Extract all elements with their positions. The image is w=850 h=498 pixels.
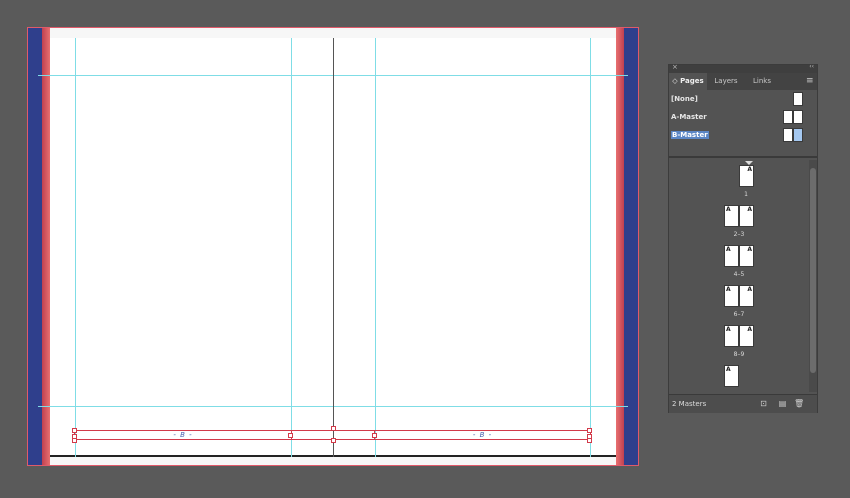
master-a[interactable]: A-Master (669, 109, 817, 127)
master-b-thumb-right[interactable] (793, 128, 803, 142)
page-thumb-5[interactable]: A (739, 245, 754, 267)
panel-footer: 2 Masters ⊡ ▤ 🗑 (669, 394, 817, 413)
handle-br[interactable] (587, 438, 592, 443)
right-bleed-blue (624, 28, 638, 465)
page-label-1: 1 (744, 191, 748, 198)
master-a-thumb-left[interactable] (783, 110, 793, 124)
spread-spine (333, 38, 334, 457)
panel-tab-bar: ◇ Pages Layers Links ≡ (669, 73, 817, 90)
handle-tr[interactable] (587, 428, 592, 433)
master-a-thumb-right[interactable] (793, 110, 803, 124)
left-bleed-red (42, 28, 50, 465)
footer-frame-right[interactable]: - B - (374, 430, 591, 440)
handle-bl[interactable] (72, 438, 77, 443)
master-none-label: [None] (671, 95, 698, 103)
pages-scrollbar[interactable] (809, 160, 817, 392)
scrollbar-thumb[interactable] (810, 168, 816, 373)
master-none-thumb[interactable] (793, 92, 803, 106)
page-label-8-9: 8–9 (733, 351, 745, 358)
panel-title-bar[interactable]: × ‹‹ (669, 63, 817, 73)
page-thumb-9[interactable]: A (739, 325, 754, 347)
page-thumb-4[interactable]: A (724, 245, 739, 267)
page-label-6-7: 6–7 (733, 311, 745, 318)
footer-text-left: - B - (173, 431, 193, 439)
pages-panel: × ‹‹ ◇ Pages Layers Links ≡ [None] A-Mas… (668, 63, 818, 413)
page-label-2-3: 2–3 (733, 231, 745, 238)
handle-bc[interactable] (331, 438, 336, 443)
page-thumb-6[interactable]: A (724, 285, 739, 307)
page-thumb-8[interactable]: A (724, 325, 739, 347)
handle-tl[interactable] (72, 428, 77, 433)
page-thumb-3[interactable]: A (739, 205, 754, 227)
master-b-thumb-left[interactable] (783, 128, 793, 142)
master-b[interactable]: B-Master (669, 127, 817, 145)
close-icon[interactable]: × (672, 63, 678, 71)
collapse-icon[interactable]: ‹‹ (809, 63, 814, 70)
handle-tc[interactable] (331, 426, 336, 431)
guide-margin-inner-left[interactable] (291, 38, 292, 457)
tab-links[interactable]: Links (745, 73, 779, 90)
new-page-icon[interactable]: ▤ (778, 399, 787, 408)
master-b-label: B-Master (671, 131, 709, 139)
handle-left-frame-end[interactable] (288, 433, 293, 438)
master-none[interactable]: [None] (669, 91, 817, 109)
page-thumb-7[interactable]: A (739, 285, 754, 307)
masters-count-status: 2 Masters (672, 400, 707, 408)
page-size-icon[interactable]: ⊡ (759, 399, 768, 408)
tab-layers[interactable]: Layers (707, 73, 745, 90)
page-label-4-5: 4–5 (733, 271, 745, 278)
right-bleed-red (616, 28, 624, 465)
tab-pages[interactable]: ◇ Pages (669, 73, 707, 90)
master-a-label: A-Master (671, 113, 707, 121)
page-thumb-10[interactable]: A (724, 365, 739, 387)
guide-margin-left[interactable] (75, 38, 76, 457)
guide-margin-right[interactable] (590, 38, 591, 457)
delete-page-icon[interactable]: 🗑 (794, 399, 804, 408)
page-thumb-1[interactable]: A (739, 165, 754, 187)
guide-margin-inner-right[interactable] (375, 38, 376, 457)
panel-menu-icon[interactable]: ≡ (806, 76, 814, 86)
page-thumb-2[interactable]: A (724, 205, 739, 227)
handle-right-frame-start[interactable] (372, 433, 377, 438)
left-bleed-blue (28, 28, 42, 465)
pages-list: A 1 A A 2–3 A A 4–5 A A 6–7 A A 8–9 A (669, 158, 809, 391)
footer-frame-left[interactable]: - B - (74, 430, 292, 440)
footer-text-right: - B - (472, 431, 493, 439)
